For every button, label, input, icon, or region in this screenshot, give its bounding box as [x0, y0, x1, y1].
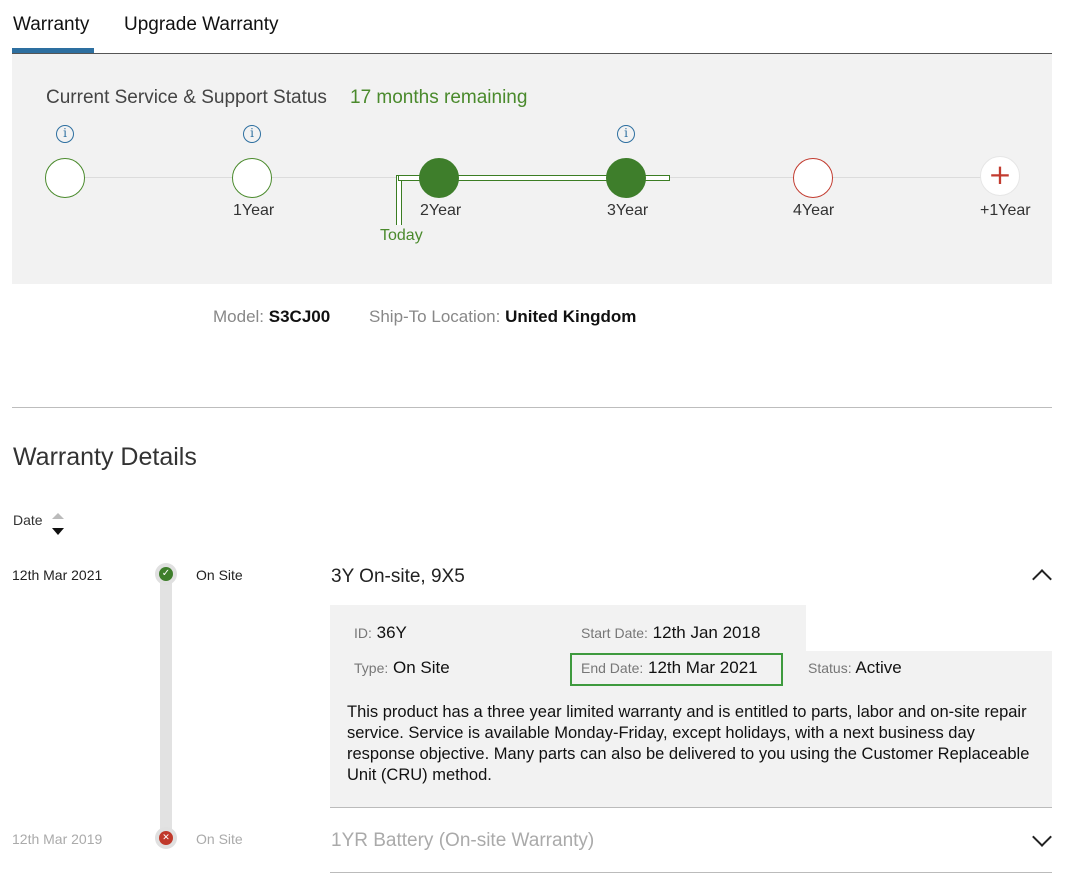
entry-type: On Site — [196, 831, 243, 847]
tab-upgrade-warranty[interactable]: Upgrade Warranty — [124, 14, 279, 36]
field-type-label: Type: — [354, 660, 389, 676]
field-id-value: 36Y — [376, 623, 407, 642]
ship-to-value: United Kingdom — [505, 307, 637, 326]
active-status-marker: ✓ — [155, 563, 177, 585]
entry-date: 12th Mar 2019 — [12, 831, 103, 847]
check-icon: ✓ — [159, 567, 173, 581]
ship-to-label: Ship-To Location: — [369, 307, 501, 326]
field-id: ID: 36Y — [354, 623, 407, 643]
sort-descending-icon[interactable] — [52, 528, 64, 535]
entry-divider — [330, 872, 1052, 873]
timeline-node-1year — [232, 158, 272, 198]
field-end-date-label: End Date: — [581, 660, 644, 676]
expand-chevron-down-icon[interactable] — [1032, 827, 1052, 847]
service-status-panel: Current Service & Support Status 17 mont… — [12, 54, 1052, 284]
field-status: Status: Active — [808, 658, 902, 678]
entry-title[interactable]: 3Y On-site, 9X5 — [331, 566, 465, 588]
timeline-label-1year: 1Year — [233, 202, 275, 219]
field-status-label: Status: — [808, 660, 852, 676]
info-icon[interactable]: i — [56, 125, 74, 143]
field-end-date: End Date: 12th Mar 2021 — [581, 658, 758, 678]
entry-date: 12th Mar 2021 — [12, 567, 103, 583]
timeline-label-3year: 3Year — [607, 202, 649, 219]
field-start-date: Start Date: 12th Jan 2018 — [581, 623, 760, 643]
field-end-date-value: 12th Mar 2021 — [648, 658, 758, 677]
entry-title[interactable]: 1YR Battery (On-site Warranty) — [331, 830, 594, 852]
info-icon[interactable]: i — [243, 125, 261, 143]
add-year-plus-icon[interactable]: + — [980, 156, 1020, 196]
field-start-date-label: Start Date: — [581, 625, 648, 641]
info-icon[interactable]: i — [617, 125, 635, 143]
close-icon: ✕ — [159, 831, 173, 845]
timeline-label-plus1year: +1Year — [980, 202, 1031, 219]
collapse-chevron-up-icon[interactable] — [1032, 569, 1052, 589]
timeline-node-2year — [419, 158, 459, 198]
warranty-timeline-rail — [160, 576, 172, 838]
field-start-date-value: 12th Jan 2018 — [652, 623, 761, 642]
sort-by-date[interactable]: Date — [13, 512, 43, 528]
entry-description: This product has a three year limited wa… — [347, 703, 1030, 784]
timeline-label-2year: 2Year — [420, 202, 462, 219]
today-label: Today — [380, 227, 423, 244]
ship-to-info: Ship-To Location: United Kingdom — [369, 307, 636, 327]
warranty-details-title: Warranty Details — [13, 443, 197, 471]
model-info: Model: S3CJ00 — [213, 307, 330, 327]
timeline-node-4year — [793, 158, 833, 198]
active-tab-indicator — [12, 48, 94, 53]
tab-bar: Warranty Upgrade Warranty — [12, 0, 1052, 54]
expired-status-marker: ✕ — [155, 827, 177, 849]
status-remaining: 17 months remaining — [350, 87, 528, 108]
model-value: S3CJ00 — [268, 307, 331, 326]
today-connector — [396, 175, 402, 225]
timeline-node-3year — [606, 158, 646, 198]
field-id-label: ID: — [354, 625, 372, 641]
tab-warranty[interactable]: Warranty — [13, 14, 89, 36]
field-type: Type: On Site — [354, 658, 450, 678]
field-type-value: On Site — [392, 658, 450, 677]
timeline-label-4year: 4Year — [793, 202, 835, 219]
section-divider — [12, 407, 1052, 408]
field-status-value: Active — [855, 658, 902, 677]
timeline-node-start — [45, 158, 85, 198]
entry-type: On Site — [196, 567, 243, 583]
model-label: Model: — [213, 307, 265, 326]
status-heading: Current Service & Support Status — [46, 87, 327, 108]
sort-ascending-icon[interactable] — [52, 513, 64, 519]
